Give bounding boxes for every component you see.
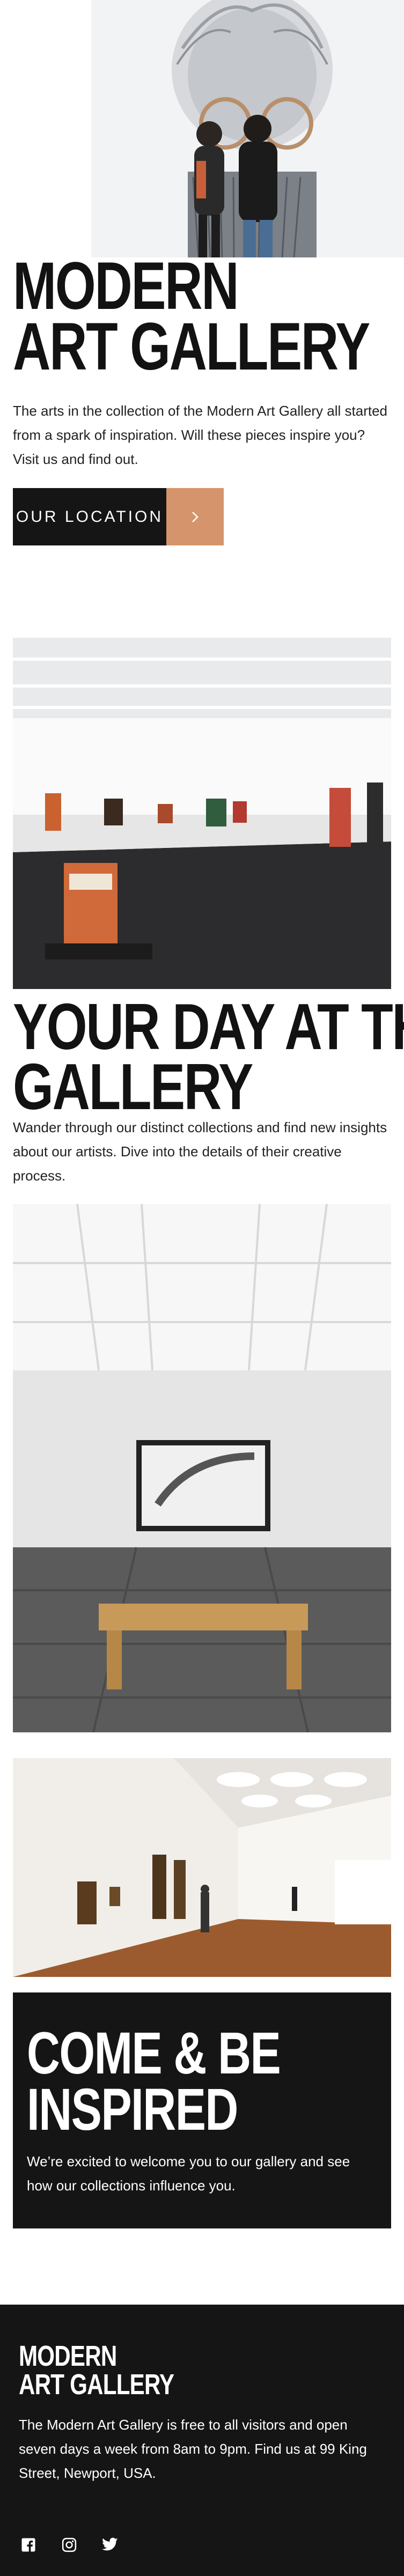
hero-title-line1: Modern (13, 249, 239, 323)
inspired-section: Come & be inspired We’re excited to welc… (13, 1992, 391, 2228)
footer-logo-line1: Modern (19, 2340, 117, 2372)
gallery-interior-image (13, 638, 391, 989)
day-title-line1: Your day at the (13, 990, 404, 1063)
chevron-right-icon (166, 488, 224, 545)
bench-room-image (13, 1204, 391, 1732)
twitter-icon[interactable] (100, 2535, 120, 2555)
instagram-icon[interactable] (60, 2535, 79, 2555)
hero-title: Modern Art Gallery (13, 249, 370, 384)
our-location-label: Our Location (13, 488, 166, 545)
footer-description: The Modern Art Gallery is free to all vi… (19, 2417, 367, 2481)
hero-title-line2: Art Gallery (13, 309, 370, 384)
page: Modern Art Gallery The arts in the colle… (0, 0, 404, 2576)
footer: Modern Art Gallery The Modern Art Galler… (0, 2305, 404, 2576)
day-description: Wander through our distinct collections … (13, 1119, 387, 1184)
footer-logo-line2: Art Gallery (19, 2368, 174, 2401)
hero-image (91, 0, 404, 257)
day-title-line2: gallery (13, 1050, 253, 1124)
our-location-button[interactable]: Our Location (13, 488, 224, 545)
social-links (19, 2535, 120, 2555)
inspired-title-line1: Come & be (27, 2020, 281, 2086)
gallery-hall-image (13, 1758, 391, 1977)
hero-description: The arts in the collection of the Modern… (13, 403, 388, 467)
footer-logo[interactable]: Modern Art Gallery (19, 2342, 174, 2399)
inspired-description: We’re excited to welcome you to our gall… (27, 2153, 350, 2194)
day-title: Your day at the gallery (13, 990, 404, 1124)
inspired-title-line2: inspired (27, 2076, 238, 2143)
inspired-title: Come & be inspired (27, 2020, 281, 2143)
facebook-icon[interactable] (19, 2535, 38, 2555)
